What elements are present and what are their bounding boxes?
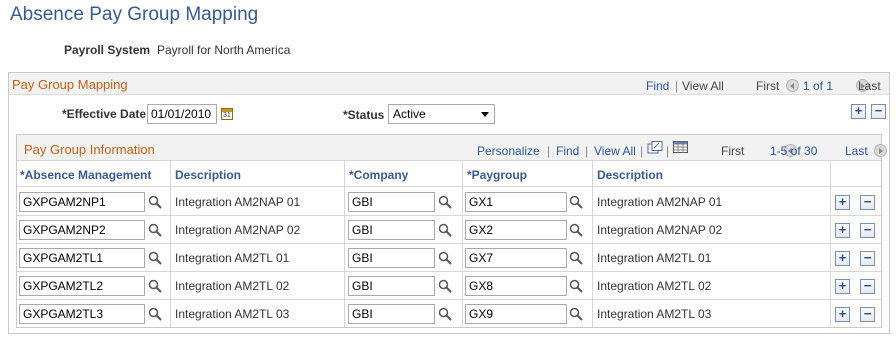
mapping-last-label: Last: [858, 79, 881, 93]
delete-row-button[interactable]: −: [871, 104, 886, 119]
search-icon[interactable]: [148, 307, 162, 321]
paygroup-description: Integration AM2NAP 02: [597, 223, 723, 237]
mapping-count: 1 of 1: [803, 79, 834, 93]
delete-row-button[interactable]: −: [860, 251, 875, 266]
grid-count: 1-5 of 30: [770, 144, 818, 158]
absence-description: Integration AM2NAP 02: [175, 223, 301, 237]
delete-row-button[interactable]: −: [860, 195, 875, 210]
table-row: GXPGAM2NP1 Integration AM2NAP 01 GBI GX1…: [17, 188, 881, 216]
search-icon[interactable]: [148, 279, 162, 293]
search-icon[interactable]: [569, 307, 583, 321]
table-row: GXPGAM2NP2 Integration AM2NAP 02 GBI GX2…: [17, 216, 881, 244]
search-icon[interactable]: [148, 223, 162, 237]
table-row: GXPGAM2TL1 Integration AM2TL 01 GBI GX7 …: [17, 244, 881, 272]
paygroup-description: Integration AM2TL 03: [597, 307, 712, 321]
absence-description: Integration AM2TL 02: [175, 279, 290, 293]
add-row-button[interactable]: +: [835, 307, 850, 322]
delete-row-button[interactable]: −: [860, 307, 875, 322]
grid-column-headers: *Absence Management Description *Company…: [17, 161, 881, 187]
absence-description: Integration AM2TL 01: [175, 251, 290, 265]
add-row-button[interactable]: +: [835, 195, 850, 210]
paygroup-input[interactable]: GX1: [465, 192, 567, 212]
company-input[interactable]: GBI: [348, 192, 435, 212]
paygroup-description: Integration AM2TL 01: [597, 251, 712, 265]
column-header-absence-management[interactable]: *Absence Management: [20, 168, 151, 182]
search-icon[interactable]: [438, 307, 452, 321]
download-spreadsheet-icon[interactable]: [673, 141, 689, 154]
search-icon[interactable]: [438, 195, 452, 209]
paygroup-input[interactable]: GX8: [465, 276, 567, 296]
add-row-button[interactable]: +: [835, 223, 850, 238]
search-icon[interactable]: [438, 251, 452, 265]
separator: |: [666, 144, 670, 158]
company-input[interactable]: GBI: [348, 220, 435, 240]
chevron-down-icon: [481, 112, 489, 117]
add-row-button[interactable]: +: [835, 251, 850, 266]
search-icon[interactable]: [569, 195, 583, 209]
separator: |: [547, 144, 551, 158]
grid-title: Pay Group Information: [24, 142, 155, 157]
separator: |: [675, 79, 679, 93]
grid-last-link[interactable]: Last: [845, 144, 868, 158]
paygroup-input[interactable]: GX7: [465, 248, 567, 268]
status-label: *Status: [343, 108, 385, 122]
effective-date-input[interactable]: 01/01/2010: [147, 104, 217, 124]
status-value: Active: [393, 107, 426, 121]
mapping-view-all-link[interactable]: View All: [682, 79, 724, 93]
separator: |: [585, 144, 589, 158]
absence-management-input[interactable]: GXPGAM2NP1: [19, 192, 145, 212]
paygroup-input[interactable]: GX9: [465, 304, 567, 324]
company-input[interactable]: GBI: [348, 248, 435, 268]
column-header-description[interactable]: Description: [175, 168, 241, 182]
grid-view-all-link[interactable]: View All: [594, 144, 636, 158]
mapping-find-link[interactable]: Find: [646, 79, 669, 93]
effective-date-label: *Effective Date: [62, 107, 147, 121]
absence-description: Integration AM2TL 03: [175, 307, 290, 321]
delete-row-button[interactable]: −: [860, 223, 875, 238]
search-icon[interactable]: [569, 279, 583, 293]
table-row: GXPGAM2TL2 Integration AM2TL 02 GBI GX8 …: [17, 272, 881, 300]
column-header-paygroup[interactable]: *Paygroup: [467, 168, 527, 182]
column-header-paygroup-description[interactable]: Description: [597, 168, 663, 182]
separator: |: [640, 144, 644, 158]
search-icon[interactable]: [148, 251, 162, 265]
add-row-button[interactable]: +: [851, 104, 866, 119]
payroll-system-label: Payroll System: [64, 43, 151, 57]
add-row-button[interactable]: +: [835, 279, 850, 294]
zoom-grid-icon[interactable]: [647, 141, 663, 155]
status-select[interactable]: Active: [388, 104, 495, 124]
table-row: GXPGAM2TL3 Integration AM2TL 03 GBI GX9 …: [17, 300, 881, 328]
search-icon[interactable]: [569, 251, 583, 265]
search-icon[interactable]: [438, 223, 452, 237]
absence-description: Integration AM2NAP 01: [175, 195, 301, 209]
calendar-icon[interactable]: 31: [221, 108, 233, 120]
paygroup-input[interactable]: GX2: [465, 220, 567, 240]
search-icon[interactable]: [438, 279, 452, 293]
absence-management-input[interactable]: GXPGAM2TL3: [19, 304, 145, 324]
paygroup-description: Integration AM2TL 02: [597, 279, 712, 293]
paygroup-description: Integration AM2NAP 01: [597, 195, 723, 209]
grid-personalize-link[interactable]: Personalize: [477, 144, 540, 158]
search-icon[interactable]: [569, 223, 583, 237]
absence-management-input[interactable]: GXPGAM2TL1: [19, 248, 145, 268]
delete-row-button[interactable]: −: [860, 279, 875, 294]
absence-management-input[interactable]: GXPGAM2NP2: [19, 220, 145, 240]
search-icon[interactable]: [148, 195, 162, 209]
mapping-first-label: First: [756, 79, 780, 93]
column-header-company[interactable]: *Company: [349, 168, 408, 182]
pay-group-mapping-title: Pay Group Mapping: [12, 77, 128, 92]
payroll-system-value: Payroll for North America: [157, 43, 291, 57]
company-input[interactable]: GBI: [348, 276, 435, 296]
page-title: Absence Pay Group Mapping: [10, 4, 259, 25]
company-input[interactable]: GBI: [348, 304, 435, 324]
grid-find-link[interactable]: Find: [556, 144, 579, 158]
absence-management-input[interactable]: GXPGAM2TL2: [19, 276, 145, 296]
grid-first-label: First: [721, 144, 745, 158]
